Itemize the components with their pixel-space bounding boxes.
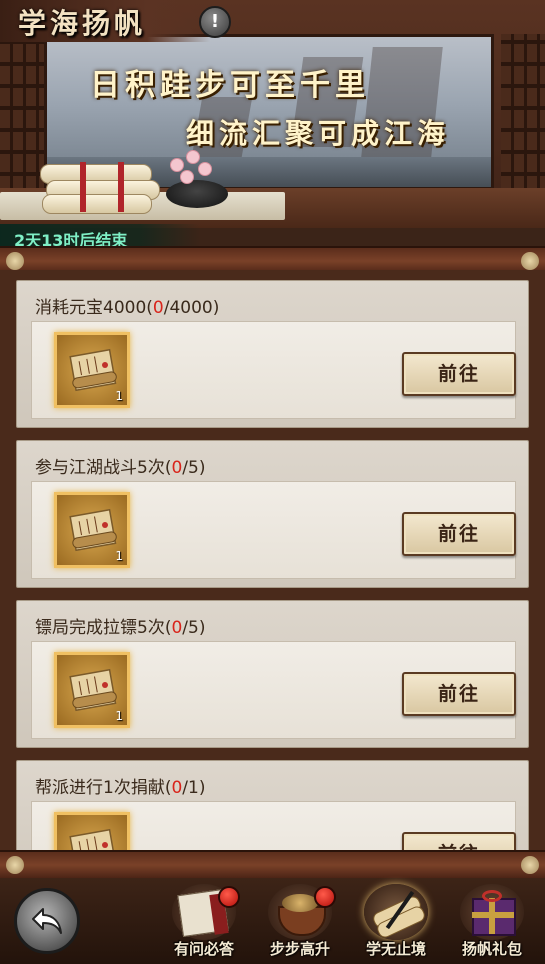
slogan-line-2: 细流汇聚可成江海 <box>186 117 451 150</box>
reward-item[interactable]: 1 <box>54 812 130 850</box>
go-button[interactable]: 前往 <box>402 832 516 850</box>
reward-count: 1 <box>115 389 123 403</box>
task-title: 镖局完成拉镖5次(0/5) <box>35 618 206 638</box>
gift-box-icon <box>460 884 524 940</box>
inkstone-icon <box>166 180 228 208</box>
tab-label: 学无止境 <box>365 940 426 958</box>
reward-item[interactable]: 1 <box>54 492 130 568</box>
tab-label: 扬帆礼包 <box>461 940 522 958</box>
task-card: 镖局完成拉镖5次(0/5) 1 前往 <box>16 600 529 748</box>
task-list[interactable]: 消耗元宝4000(0/4000) 1 前往 参与江湖战斗5次(0/5) 1 前往… <box>0 270 545 850</box>
scroll-brush-icon <box>364 884 428 940</box>
task-card: 消耗元宝4000(0/4000) 1 前往 <box>16 280 529 428</box>
notification-badge <box>314 886 336 908</box>
task-reward-panel: 1 前往 <box>31 481 516 579</box>
ancient-scroll-icon <box>69 508 117 552</box>
task-title: 消耗元宝4000(0/4000) <box>35 298 220 318</box>
go-button[interactable]: 前往 <box>402 512 516 556</box>
reward-item[interactable]: 1 <box>54 332 130 408</box>
window-lattice-left <box>0 34 44 194</box>
tab-label: 步步高升 <box>269 940 330 958</box>
bottom-nav: 有问必答 步步高升 学无止境 扬帆礼包 <box>0 878 545 964</box>
reward-count: 1 <box>115 549 123 563</box>
event-title: 学海扬帆 <box>18 7 147 40</box>
back-button[interactable] <box>14 888 80 954</box>
event-banner: 学海扬帆 ! 日积跬步可至千里 细流汇聚可成江海 2天13时后结束 <box>0 0 545 250</box>
window-lattice-right <box>501 34 545 194</box>
reward-count: 1 <box>115 709 123 723</box>
tab-faq[interactable]: 有问必答 <box>160 882 248 962</box>
task-reward-panel: 1 前往 <box>31 641 516 739</box>
task-card: 参与江湖战斗5次(0/5) 1 前往 <box>16 440 529 588</box>
countdown-bar: 2天13时后结束 <box>0 224 200 250</box>
ancient-scroll-icon <box>69 668 117 712</box>
info-button[interactable]: ! <box>199 6 231 38</box>
go-button[interactable]: 前往 <box>402 352 516 396</box>
scrolls-decoration <box>40 156 165 214</box>
slogan-line-1: 日积跬步可至千里 <box>90 68 370 103</box>
task-reward-panel: 1 前往 <box>31 321 516 419</box>
tab-label: 有问必答 <box>173 940 234 958</box>
reward-item[interactable]: 1 <box>54 652 130 728</box>
tab-endless-learning[interactable]: 学无止境 <box>352 882 440 962</box>
task-title: 帮派进行1次捐献(0/1) <box>35 778 206 798</box>
tab-step-up[interactable]: 步步高升 <box>256 882 344 962</box>
task-title: 参与江湖战斗5次(0/5) <box>35 458 206 478</box>
notification-badge <box>218 886 240 908</box>
bottom-divider <box>0 850 545 880</box>
tab-gift-pack[interactable]: 扬帆礼包 <box>448 882 536 962</box>
go-button[interactable]: 前往 <box>402 672 516 716</box>
task-reward-panel: 1 前往 <box>31 801 516 850</box>
title-plaque: 学海扬帆 <box>0 0 210 42</box>
ancient-scroll-icon <box>69 348 117 392</box>
task-card: 帮派进行1次捐献(0/1) 1 前往 <box>16 760 529 850</box>
back-arrow-icon <box>32 908 62 934</box>
ancient-scroll-icon <box>69 828 117 850</box>
